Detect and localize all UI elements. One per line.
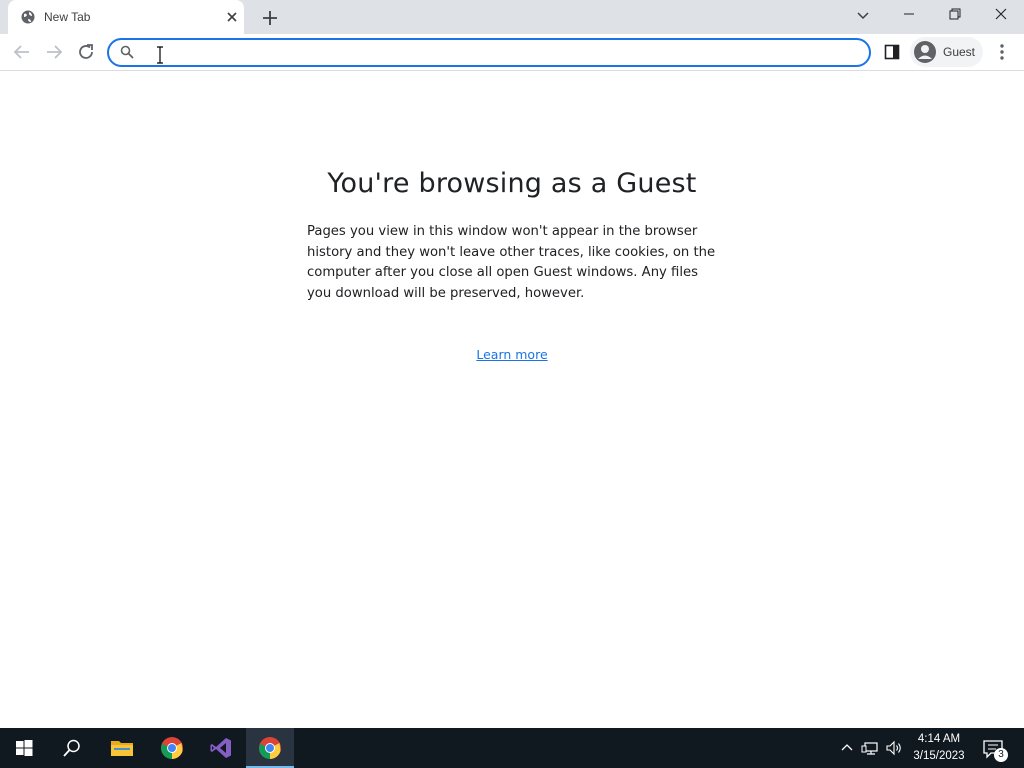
back-arrow-icon[interactable] <box>10 40 34 64</box>
tab-search-chevron-icon[interactable] <box>853 6 873 26</box>
taskbar-visual-studio[interactable] <box>197 728 245 768</box>
visual-studio-icon <box>210 738 231 758</box>
action-center-button[interactable]: 3 <box>980 736 1008 762</box>
taskbar: 4:14 AM 3/15/2023 3 <box>0 728 1024 768</box>
text-cursor-icon <box>157 46 163 64</box>
reload-icon[interactable] <box>74 40 98 64</box>
volume-icon[interactable] <box>884 738 904 758</box>
tab-strip: New Tab <box>0 0 1024 34</box>
browser-toolbar: Guest <box>0 34 1024 71</box>
guest-page: You're browsing as a Guest Pages you vie… <box>0 72 1024 728</box>
learn-more-container: Learn more <box>0 346 1024 364</box>
forward-arrow-icon[interactable] <box>42 40 66 64</box>
taskbar-chrome[interactable] <box>148 728 196 768</box>
search-icon <box>63 739 80 757</box>
taskbar-file-explorer[interactable] <box>98 728 146 768</box>
page-title: You're browsing as a Guest <box>327 168 697 199</box>
clock-time: 4:14 AM <box>917 733 961 745</box>
taskbar-search-button[interactable] <box>48 728 96 768</box>
network-icon[interactable] <box>861 738 881 758</box>
notification-count-badge: 3 <box>994 748 1008 762</box>
minimize-button[interactable] <box>886 0 932 30</box>
close-tab-icon[interactable] <box>224 9 240 25</box>
side-panel-icon[interactable] <box>882 42 902 62</box>
tab-title: New Tab <box>44 10 91 24</box>
more-menu-icon[interactable] <box>992 40 1012 64</box>
restore-button[interactable] <box>932 0 978 30</box>
profile-button[interactable]: Guest <box>910 37 983 67</box>
tab-new-tab[interactable]: New Tab <box>8 0 244 34</box>
taskbar-chrome-active[interactable] <box>246 728 294 768</box>
file-explorer-icon <box>111 741 133 756</box>
search-icon <box>120 45 134 59</box>
profile-name: Guest <box>943 45 976 59</box>
windows-start-icon <box>16 740 33 756</box>
globe-icon <box>21 10 35 24</box>
new-tab-button[interactable] <box>258 6 282 30</box>
clock-date: 3/15/2023 <box>913 750 965 762</box>
taskbar-clock[interactable]: 4:14 AM 3/15/2023 <box>906 731 972 765</box>
address-input[interactable] <box>145 43 845 62</box>
guest-avatar-icon <box>914 41 936 63</box>
close-window-button[interactable] <box>978 0 1024 30</box>
learn-more-link[interactable]: Learn more <box>476 347 547 362</box>
show-hidden-icons-chevron-icon[interactable] <box>837 738 857 758</box>
guest-description: Pages you view in this window won't appe… <box>307 224 716 301</box>
start-button[interactable] <box>0 728 48 768</box>
chrome-icon <box>161 737 183 759</box>
chrome-icon <box>259 737 281 759</box>
address-bar[interactable] <box>107 38 871 67</box>
